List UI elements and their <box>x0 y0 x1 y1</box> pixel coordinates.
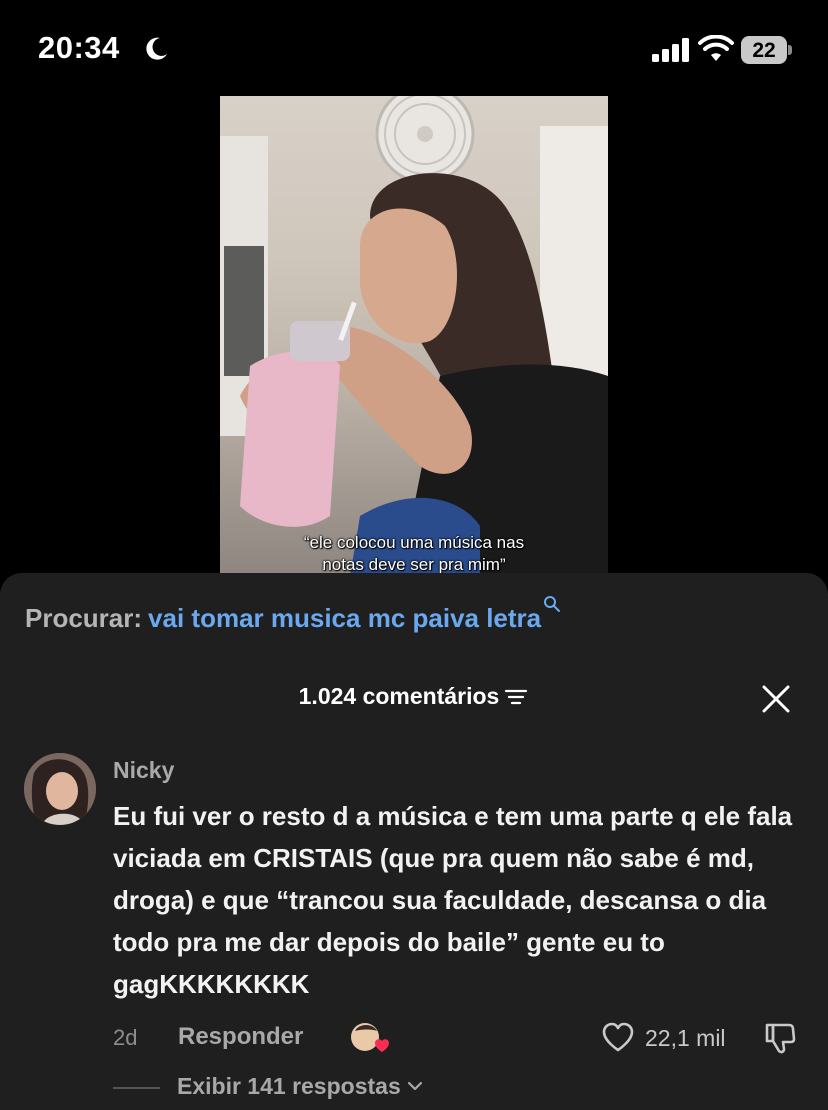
view-replies[interactable]: Exibir 141 respostas <box>113 1073 513 1107</box>
view-replies-label: Exibir 141 respostas <box>177 1073 401 1099</box>
battery-icon: 22 <box>741 36 793 64</box>
close-icon[interactable] <box>760 683 792 715</box>
replies-divider <box>113 1087 160 1089</box>
video-player[interactable]: “ele colocou uma música nas notas deve s… <box>220 96 608 576</box>
comments-sheet: Procurar: vai tomar musica mc paiva letra… <box>0 573 828 1110</box>
avatar[interactable] <box>24 753 96 825</box>
comment-username[interactable]: Nicky <box>113 757 174 784</box>
comments-count: 1.024 comentários <box>298 683 500 709</box>
battery-level: 22 <box>752 39 776 62</box>
related-search[interactable]: Procurar: vai tomar musica mc paiva letra <box>25 596 561 634</box>
like-count: 22,1 mil <box>645 1025 726 1051</box>
moon-icon <box>146 37 167 60</box>
search-query-link[interactable]: vai tomar musica mc paiva letra <box>148 603 541 633</box>
filter-icon[interactable] <box>503 687 529 707</box>
comments-header: 1.024 comentários <box>0 683 828 710</box>
dislike-icon[interactable] <box>763 1021 797 1055</box>
wifi-icon <box>698 35 734 61</box>
heart-icon[interactable] <box>601 1021 635 1053</box>
signal-icon <box>652 38 689 62</box>
comment-time: 2d <box>113 1025 138 1050</box>
video-caption: “ele colocou uma música nas notas deve s… <box>220 532 608 576</box>
search-icon <box>544 596 561 612</box>
video-caption-line1: “ele colocou uma música nas <box>303 533 525 552</box>
reply-button[interactable]: Responder <box>178 1023 303 1051</box>
search-prefix: Procurar: <box>25 603 143 633</box>
view-replies-button[interactable]: Exibir 141 respostas <box>177 1073 423 1100</box>
comment-actions: 2d Responder 22,1 mil <box>113 1021 803 1057</box>
video-frame-image <box>220 96 608 576</box>
status-time: 20:34 <box>38 30 120 65</box>
status-bar: 20:34 22 <box>0 0 828 96</box>
creator-like-icon <box>351 1023 389 1052</box>
chevron-down-icon <box>407 1081 422 1091</box>
comment-text: Eu fui ver o resto d a música e tem uma … <box>113 801 793 999</box>
